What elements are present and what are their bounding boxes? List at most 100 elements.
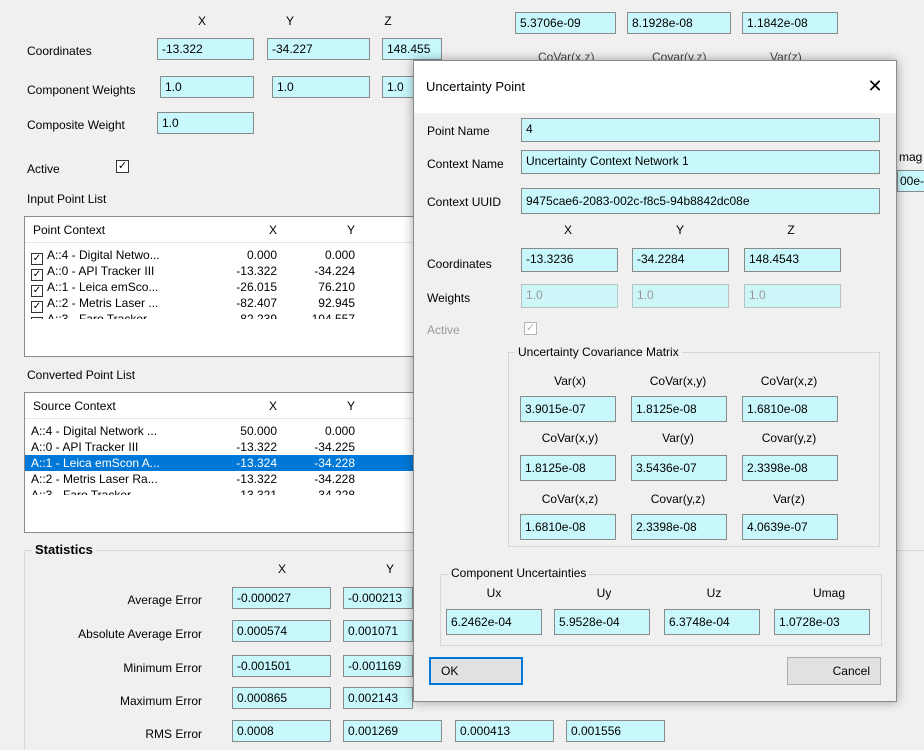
list-item[interactable]: A::0 - API Tracker III-13.322-34.2251 — [25, 439, 433, 455]
list-item[interactable]: A::4 - Digital Network ...50.0000.0001 — [25, 423, 433, 439]
stats-average-error-x: -0.000027 — [232, 587, 331, 609]
dialog-coordinates-label: Coordinates — [427, 257, 492, 271]
list-item-x: -13.322 — [236, 264, 277, 278]
column-header-source-context[interactable]: Source Context — [33, 393, 203, 419]
uncertainty-ux-field[interactable]: 6.2462e-04 — [446, 609, 542, 635]
list-item-label: A::2 - Metris Laser Ra... — [31, 472, 158, 486]
coordinate-x-field[interactable]: -13.322 — [157, 38, 254, 60]
stats-maximum-error-y: 0.002143 — [343, 687, 413, 709]
list-item-name: A::0 - API Tracker III — [31, 439, 201, 455]
stats-average-error-y: -0.000213 — [343, 587, 413, 609]
stats-abs-average-error-x: 0.000574 — [232, 620, 331, 642]
list-item-name: ✓ A::3 - Faro Tracker — [31, 311, 201, 319]
list-item[interactable]: ✓A::1 - Leica emSco...-26.01576.210- — [25, 279, 433, 297]
dialog-active-checkbox: ✓ — [524, 322, 537, 335]
list-item[interactable]: ✓A::3 - Faro Tracker-82.239-104.557- — [25, 311, 433, 319]
dialog-coordinate-z-field[interactable]: 148.4543 — [744, 248, 841, 272]
context-uuid-field[interactable]: 9475cae6-2083-002c-f8c5-94b8842dc08e — [521, 188, 880, 214]
coordinate-y-field[interactable]: -34.227 — [267, 38, 370, 60]
cancel-button[interactable]: Cancel — [787, 657, 881, 685]
stats-header-y: Y — [385, 562, 394, 576]
list-item-label: A::3 - Faro Tracker — [47, 312, 148, 319]
list-item-x: 50.000 — [240, 424, 277, 438]
component-weight-x-field[interactable]: 1.0 — [160, 76, 254, 98]
context-uuid-label: Context UUID — [427, 195, 502, 209]
composite-weight-field[interactable]: 1.0 — [157, 112, 254, 134]
cov-label-r2c3: Covar(y,z) — [761, 431, 817, 445]
composite-weight-label: Composite Weight — [27, 118, 125, 132]
dialog-coordinate-x-field[interactable]: -13.3236 — [521, 248, 618, 272]
dialog-weight-z-field: 1.0 — [744, 284, 841, 308]
list-item[interactable]: ✓A::2 - Metris Laser ...-82.40792.945- — [25, 295, 433, 313]
list-item-name: A::3 - Faro Tracker — [31, 487, 201, 495]
row-checkbox[interactable]: ✓ — [31, 317, 43, 319]
column-header-x[interactable]: X — [215, 393, 277, 419]
input-point-list-label: Input Point List — [27, 192, 107, 206]
converted-point-list-label: Converted Point List — [27, 368, 136, 382]
component-weight-y-field[interactable]: 1.0 — [272, 76, 370, 98]
column-header-y[interactable]: Y — [295, 393, 355, 419]
list-item[interactable]: ✓A::0 - API Tracker III-13.322-34.224- — [25, 263, 433, 281]
cov-value-r2c1[interactable]: 1.8125e-08 — [520, 455, 616, 481]
list-item-y: -34.224 — [314, 264, 355, 278]
stats-minimum-error-x: -0.001501 — [232, 655, 331, 677]
dialog-axis-header-z: Z — [787, 223, 795, 237]
axis-header-z: Z — [384, 14, 392, 28]
list-item-y: 76.210 — [318, 280, 355, 294]
axis-header-x: X — [197, 14, 206, 28]
coordinate-z-field[interactable]: 148.455 — [382, 38, 442, 60]
active-checkbox[interactable]: ✓ — [116, 160, 129, 173]
stats-rms-error-mag: 0.001556 — [566, 720, 665, 742]
list-item-label: A::4 - Digital Netwo... — [47, 248, 160, 262]
column-header-y[interactable]: Y — [295, 217, 355, 243]
point-name-field[interactable]: 4 — [521, 118, 880, 142]
uncertainty-umag-field[interactable]: 1.0728e-03 — [774, 609, 870, 635]
cov-value-r2c2[interactable]: 3.5436e-07 — [631, 455, 727, 481]
column-header-x[interactable]: X — [215, 217, 277, 243]
coordinates-label: Coordinates — [27, 44, 92, 58]
input-point-list[interactable]: Point Context X Y ✓ A::4 - Digital Netwo.… — [24, 216, 434, 357]
list-item-x: -82.239 — [236, 312, 277, 319]
list-item-name: A::4 - Digital Network ... — [31, 423, 201, 439]
uncertainty-uz-field[interactable]: 6.3748e-04 — [664, 609, 760, 635]
dialog-title: Uncertainty Point — [426, 79, 525, 94]
cov-label-r3c1: CoVar(x,z) — [541, 492, 599, 506]
ok-button[interactable]: OK — [429, 657, 523, 685]
list-item-name: A::2 - Metris Laser Ra... — [31, 471, 201, 487]
component-uncertainties-title: Component Uncertainties — [448, 566, 590, 580]
converted-point-list[interactable]: Source Context X Y A::4 - Digital Networ… — [24, 392, 434, 533]
cov-label-r2c2: Var(y) — [662, 431, 694, 445]
close-icon[interactable]: ✕ — [860, 71, 890, 101]
dialog-titlebar[interactable]: Uncertainty Point ✕ — [414, 61, 896, 113]
cov-value-r3c1[interactable]: 1.6810e-08 — [520, 514, 616, 540]
cov-value-r3c2[interactable]: 2.3398e-08 — [631, 514, 727, 540]
stats-label-minimum-error: Minimum Error — [123, 661, 202, 675]
uncertainty-label-uy: Uy — [596, 586, 612, 600]
cov-value-r1c1[interactable]: 3.9015e-07 — [520, 396, 616, 422]
list-item-label: A::0 - API Tracker III — [47, 264, 155, 278]
stats-label-abs-average-error: Absolute Average Error — [78, 627, 202, 641]
stats-rms-error-z: 0.000413 — [455, 720, 554, 742]
cov-value-r1c3[interactable]: 1.6810e-08 — [742, 396, 838, 422]
list-item[interactable]: A::2 - Metris Laser Ra...-13.322-34.2281 — [25, 471, 433, 487]
list-item[interactable]: A::3 - Faro Tracker-13.321-34.2281 — [25, 487, 433, 495]
cov-value-r3c3[interactable]: 4.0639e-07 — [742, 514, 838, 540]
dialog-coordinate-y-field[interactable]: -34.2284 — [632, 248, 729, 272]
list-item-x: 0.000 — [246, 248, 277, 262]
cov-label-r1c3: CoVar(x,z) — [760, 374, 818, 388]
cov-label-r3c3: Var(z) — [773, 492, 805, 506]
cov-label-r1c2: CoVar(x,y) — [649, 374, 707, 388]
list-item-label: A::3 - Faro Tracker — [31, 488, 132, 495]
component-weights-label: Component Weights — [27, 83, 136, 97]
context-name-field[interactable]: Uncertainty Context Network 1 — [521, 150, 880, 174]
column-header-point-context[interactable]: Point Context — [33, 217, 203, 243]
cov-value-r1c2[interactable]: 1.8125e-08 — [631, 396, 727, 422]
stats-minimum-error-y: -0.001169 — [343, 655, 413, 677]
cov-top-value-1: 5.3706e-09 — [515, 12, 616, 34]
list-item-x: -26.015 — [236, 280, 277, 294]
list-item[interactable]: ✓A::4 - Digital Netwo...0.0000.0001 — [25, 247, 433, 265]
cov-value-r2c3[interactable]: 2.3398e-08 — [742, 455, 838, 481]
list-item-y: -34.228 — [314, 472, 355, 486]
uncertainty-uy-field[interactable]: 5.9528e-04 — [554, 609, 650, 635]
list-item[interactable]: A::1 - Leica emScon A...-13.324-34.2281 — [25, 455, 433, 471]
